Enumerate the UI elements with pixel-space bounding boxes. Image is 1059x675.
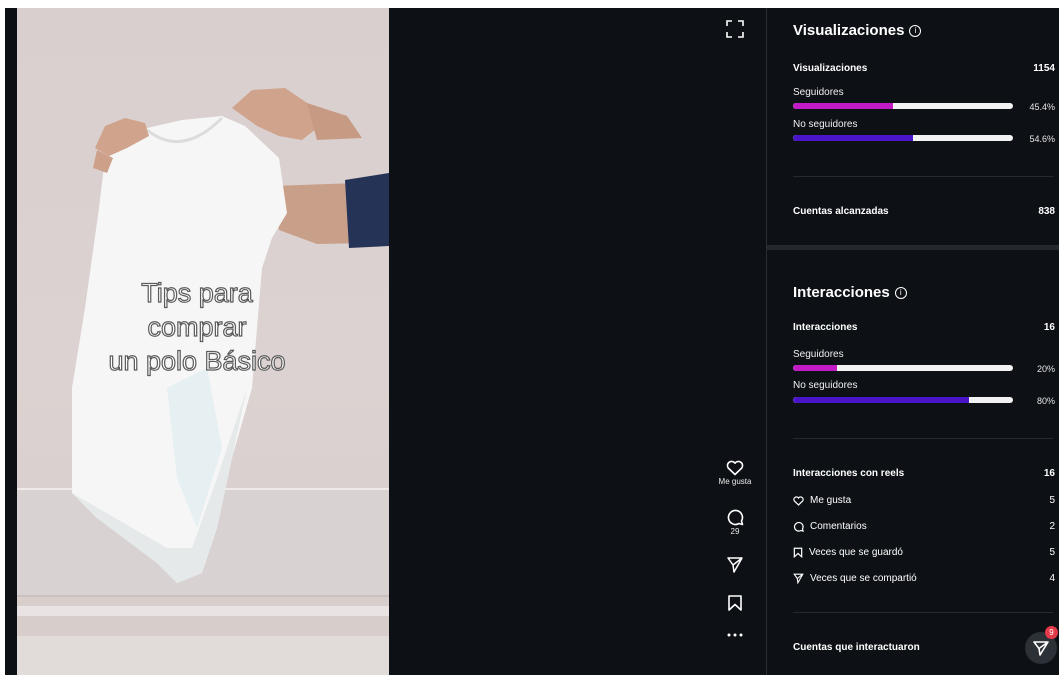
interactions-followers-fill [793,365,837,371]
metric-row-saves: Veces que se guardó 5 [793,547,1055,558]
interactions-followers-bar [793,365,1013,371]
reels-interactions-label: Interacciones con reels [793,468,905,479]
share-icon [793,573,804,584]
views-followers-fill [793,103,893,109]
notification-badge: 9 [1045,626,1058,639]
accounts-interacted-row: Cuentas que interactuaron [793,642,1055,653]
bookmark-icon [728,595,742,611]
fullscreen-icon[interactable] [726,20,744,38]
save-button[interactable] [717,594,753,612]
section-separator [767,245,1059,250]
share-button[interactable] [717,556,753,574]
heart-icon [726,460,744,476]
views-followers-label: Seguidores [793,87,844,98]
divider [793,612,1053,613]
reels-interactions-row: Interacciones con reels 16 [793,468,1055,479]
interactions-total-label: Interacciones [793,322,858,333]
views-non-followers-label: No seguidores [793,119,858,130]
like-button[interactable]: Me gusta [717,460,753,486]
bookmark-icon [793,547,803,558]
caption-line: comprar [147,311,247,342]
metric-row-likes: Me gusta 5 [793,495,1055,506]
comment-icon [727,509,744,526]
metric-label: Veces que se guardó [809,547,903,558]
info-icon[interactable]: i [909,25,922,37]
caption-line: Tips para [141,277,254,308]
reach-row: Cuentas alcanzadas 838 [793,206,1055,217]
interactions-total-value: 16 [1043,322,1055,333]
divider [793,176,1053,177]
interactions-non-followers-label: No seguidores [793,380,858,391]
heart-icon [793,495,804,506]
metric-value: 4 [1049,573,1055,584]
views-total-row: Visualizaciones 1154 [793,63,1055,74]
reel-video[interactable]: Tips para comprar un polo Básico [17,8,389,675]
interactions-non-followers-pct: 80% [1036,396,1055,406]
views-followers-bar [793,103,1013,109]
comment-button[interactable]: 29 [717,508,753,536]
views-total-label: Visualizaciones [793,63,868,74]
reach-label: Cuentas alcanzadas [793,206,889,217]
metric-value: 2 [1049,521,1055,532]
views-non-followers-pct: 54.6% [1029,134,1055,144]
metric-value: 5 [1049,547,1055,558]
views-followers-pct: 45.4% [1029,102,1055,112]
interactions-followers-label: Seguidores [793,349,844,360]
interactions-total-row: Interacciones 16 [793,322,1055,333]
views-non-followers-bar [793,135,1013,141]
interactions-title-text: Interacciones [793,284,890,301]
interactions-non-followers-bar [793,397,1013,403]
metric-label: Me gusta [810,495,852,506]
metric-label: Veces que se compartió [810,573,917,584]
insights-panel: Visualizaciones i Visualizaciones 1154 Se… [767,8,1059,675]
metric-label: Comentarios [810,521,867,532]
views-title-text: Visualizaciones [793,22,905,39]
interactions-followers-pct: 20% [1036,364,1055,374]
interactions-non-followers-fill [793,397,969,403]
info-icon[interactable]: i [894,287,907,299]
reels-interactions-value: 16 [1043,468,1055,479]
accounts-interacted-label: Cuentas que interactuaron [793,642,920,653]
video-caption-overlay: Tips para comprar un polo Básico [17,276,377,378]
like-label: Me gusta [718,477,752,486]
metric-value: 5 [1049,495,1055,506]
share-icon [727,557,743,573]
views-non-followers-fill [793,135,914,141]
caption-line: un polo Básico [108,345,286,376]
divider [793,438,1053,439]
insights-window: Tips para comprar un polo Básico Me gust… [5,8,1059,675]
more-options-button[interactable] [717,632,753,638]
interactions-section-title: Interacciones i [793,284,907,301]
metric-row-comments: Comentarios 2 [793,521,1055,532]
views-section-title: Visualizaciones i [793,22,922,39]
comments-count: 29 [730,527,740,536]
more-icon [727,633,743,637]
metric-row-shares: Veces que se compartió 4 [793,573,1055,584]
views-total-value: 1154 [1033,63,1055,74]
reach-value: 838 [1038,206,1055,217]
comment-icon [793,521,804,532]
